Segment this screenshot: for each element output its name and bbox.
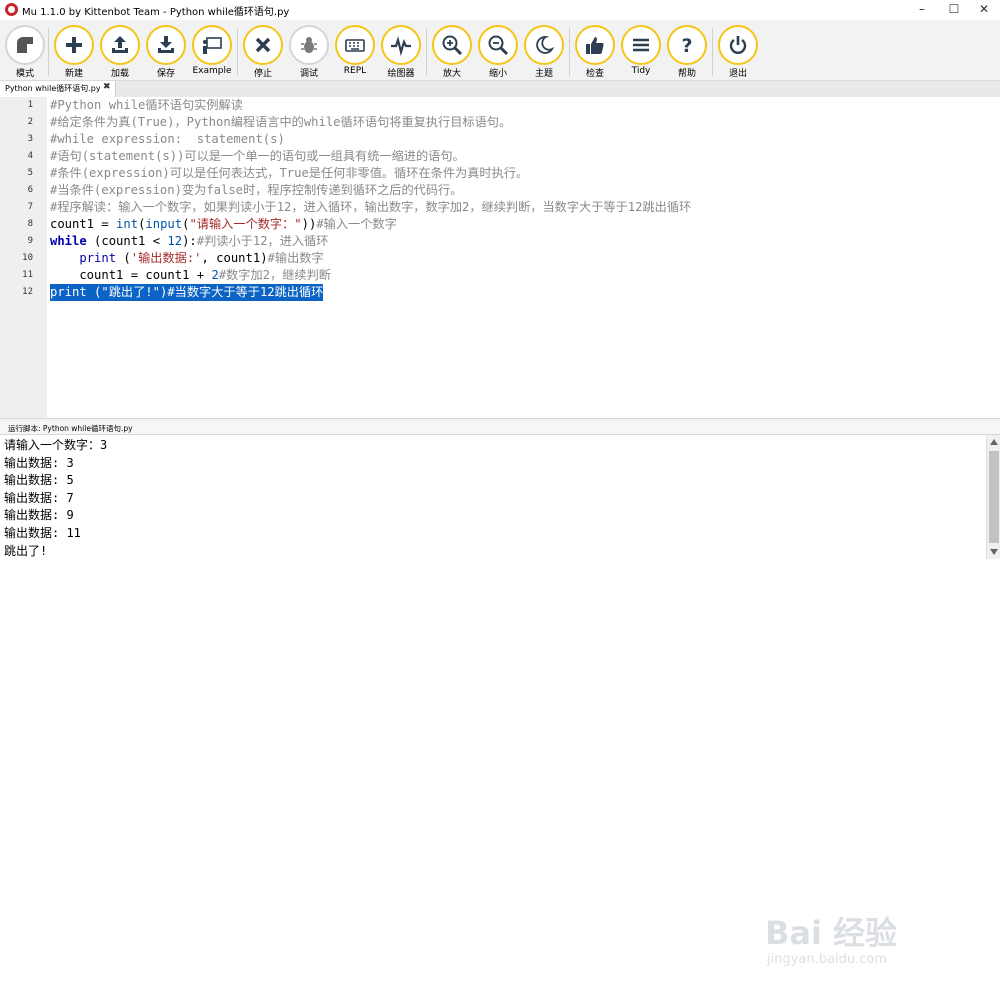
presentation-icon: [203, 37, 222, 54]
code-line[interactable]: while (count1 < 12):#判读小于12，进入循环: [50, 233, 328, 250]
example-button[interactable]: Example: [191, 25, 233, 81]
output-console[interactable]: 请输入一个数字：3 输出数据: 3 输出数据: 5 输出数据: 7 输出数据: …: [0, 435, 986, 967]
output-line: 输出数据: 11: [4, 526, 81, 540]
line-number: 11: [22, 270, 33, 280]
tab-label: Python while循环语句.py: [5, 84, 101, 93]
code-line[interactable]: #条件(expression)可以是任何表达式，True是任何非零值。循环在条件…: [50, 165, 528, 182]
toolbar: 模式 新建 加载 保存 Example 停止 调试 REPL 绘图器 放大 缩小…: [0, 20, 1000, 81]
line-number: 12: [22, 287, 33, 297]
code-line[interactable]: print ('输出数据:', count1)#输出数字: [50, 250, 323, 267]
question-icon: ?: [681, 35, 692, 56]
code-line[interactable]: #程序解读：输入一个数字，如果判读小于12，进入循环，输出数字，数字加2，继续判…: [50, 199, 691, 216]
output-scrollbar[interactable]: [986, 435, 1000, 559]
plus-icon: [66, 37, 82, 53]
help-button[interactable]: ? 帮助: [666, 25, 708, 81]
output-line: 请输入一个数字：3: [4, 438, 108, 452]
line-number: 10: [22, 253, 33, 263]
thumbs-up-icon: [586, 37, 604, 54]
code-line[interactable]: #语句(statement(s))可以是一个单一的语句或一组具有统一缩进的语句。: [50, 148, 465, 165]
scroll-thumb[interactable]: [989, 451, 999, 543]
line-number: 3: [27, 134, 33, 144]
code-line[interactable]: count1 = int(input("请输入一个数字："))#输入一个数字: [50, 216, 397, 233]
code-line[interactable]: #给定条件为真(True)，Python编程语言中的while循环语句将重复执行…: [50, 114, 511, 131]
output-line: 输出数据: 3: [4, 455, 74, 470]
title-bar: Mu 1.1.0 by Kittenbot Team - Python whil…: [0, 0, 1000, 20]
output-line: 输出数据: 5: [4, 473, 74, 488]
code-line[interactable]: count1 = count1 + 2#数字加2，继续判断: [50, 267, 331, 284]
quit-label: 退出: [728, 69, 747, 79]
code-line[interactable]: #Python while循环语句实例解读: [50, 97, 243, 114]
keyboard-icon: [345, 39, 365, 52]
tab-close-icon[interactable]: ✖: [103, 82, 111, 92]
watermark-url: jingyan.baidu.com: [767, 952, 887, 967]
output-line: 跳出了!: [4, 543, 48, 558]
x-icon: [255, 37, 271, 53]
run-panel-header: 运行脚本: Python while循环语句.py: [0, 421, 1000, 435]
upload-icon: [112, 36, 128, 53]
window-title: Mu 1.1.0 by Kittenbot Team - Python whil…: [22, 7, 290, 18]
plotter-button[interactable]: 绘图器: [380, 25, 422, 81]
menu-lines-icon: [633, 38, 649, 52]
theme-button[interactable]: 主题: [523, 25, 565, 81]
power-icon: [729, 36, 747, 54]
pulse-icon: [391, 36, 411, 56]
maximize-button[interactable]: ☐: [938, 0, 970, 20]
code-line[interactable]: #while expression: statement(s): [50, 131, 285, 148]
download-icon: [158, 36, 174, 53]
code-editor[interactable]: 1 2 3 4 5 6 7 8 9 10 11 12 #Python while…: [0, 97, 1000, 418]
baidu-watermark: Bai 经验 jingyan.baidu.com: [765, 890, 965, 990]
mu-logo-icon: [5, 3, 18, 16]
line-number: 4: [27, 151, 33, 161]
zoom-in-icon: [442, 35, 463, 56]
tab-bar: Python while循环语句.py ✖: [0, 81, 1000, 98]
line-number: 9: [27, 236, 33, 246]
output-line: 输出数据: 9: [4, 508, 74, 523]
moon-icon: [536, 36, 555, 54]
svg-text:?: ?: [681, 35, 692, 56]
close-window-button[interactable]: ✕: [968, 0, 1000, 20]
line-number-gutter: 1 2 3 4 5 6 7 8 9 10 11 12: [0, 97, 47, 418]
run-panel-title: 运行脚本: Python while循环语句.py: [8, 424, 133, 433]
line-number: 8: [27, 219, 33, 229]
output-line: 输出数据: 7: [4, 490, 74, 505]
minimize-button[interactable]: –: [906, 0, 938, 20]
line-number: 6: [27, 185, 33, 195]
mode-icon: [17, 37, 33, 53]
quit-button[interactable]: 退出: [717, 25, 759, 81]
tab-python-while[interactable]: Python while循环语句.py ✖: [0, 81, 116, 97]
scroll-up-icon[interactable]: [990, 439, 998, 445]
bug-icon: [301, 37, 317, 53]
scroll-down-icon[interactable]: [990, 549, 998, 555]
line-number: 5: [27, 168, 33, 178]
zoom-out-icon: [488, 35, 509, 56]
code-line-selected[interactable]: print ("跳出了!")#当数字大于等于12跳出循环: [50, 284, 324, 301]
code-line[interactable]: #当条件(expression)变为false时，程序控制传递到循环之后的代码行…: [50, 182, 462, 199]
line-number: 2: [27, 117, 33, 127]
line-number: 1: [27, 100, 33, 110]
line-number: 7: [27, 202, 33, 212]
watermark-brand: Bai 经验: [765, 914, 898, 952]
